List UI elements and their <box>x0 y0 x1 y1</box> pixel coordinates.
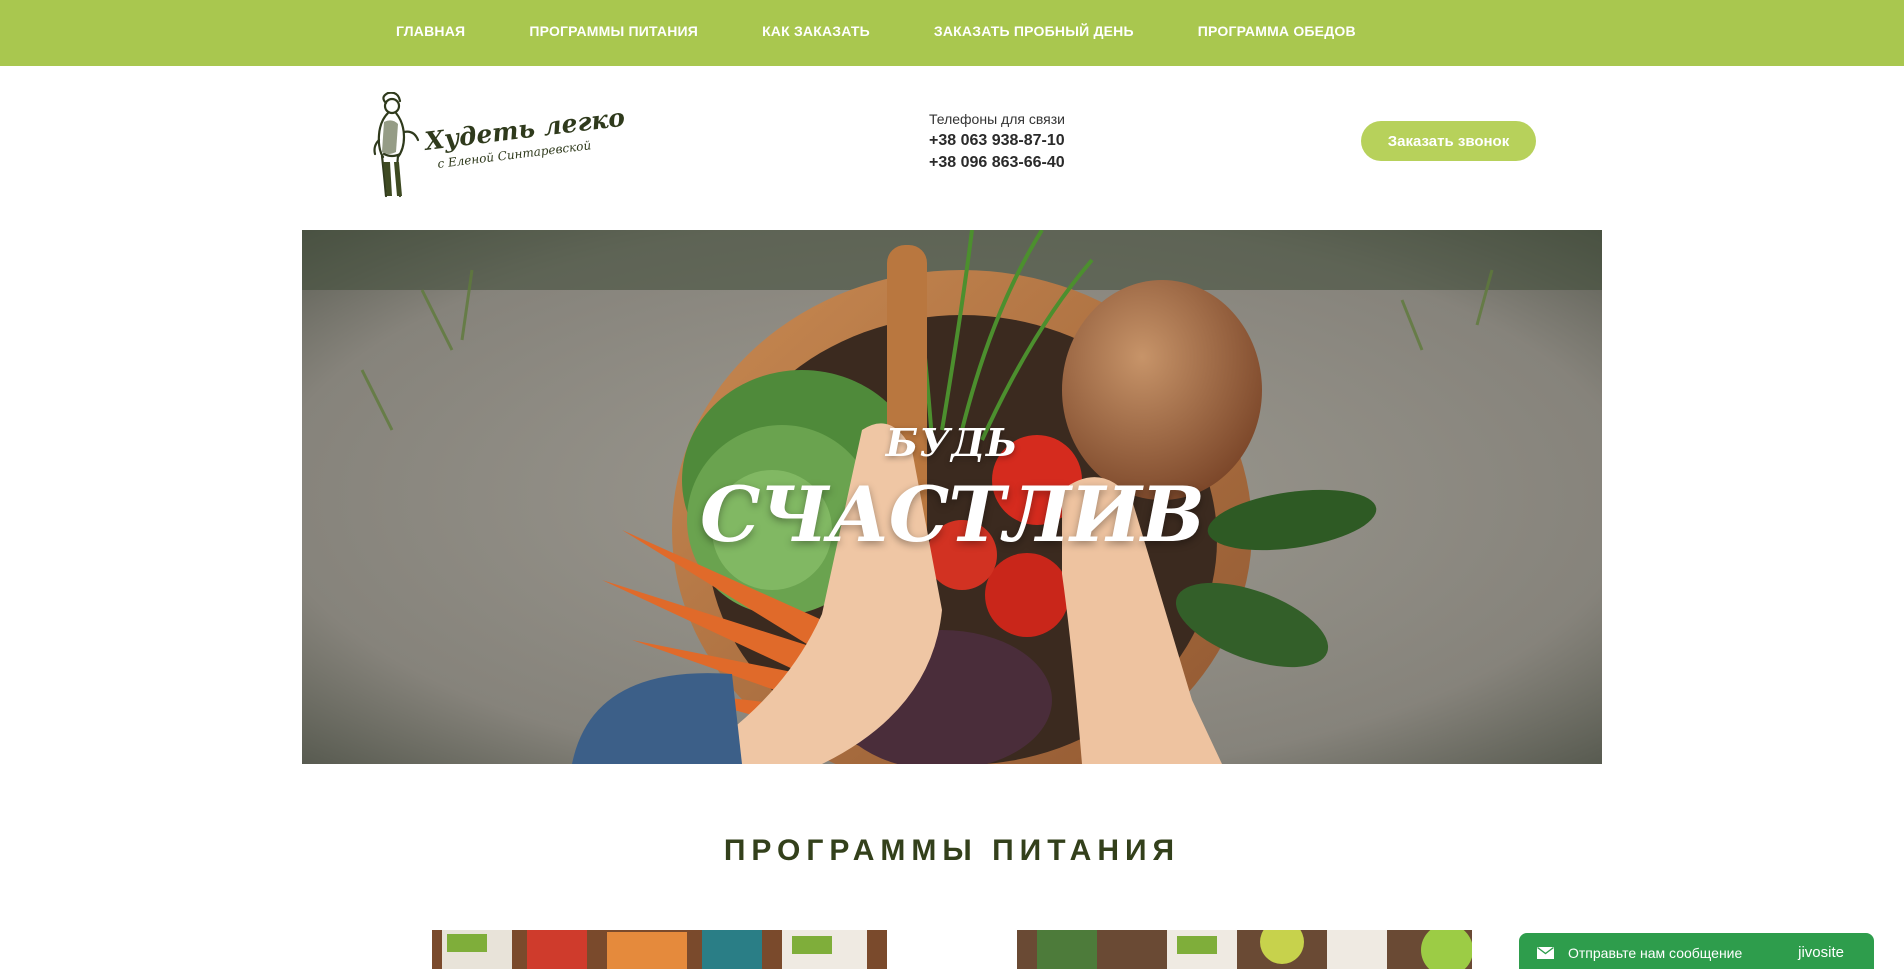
meal-boxes-image <box>432 930 887 969</box>
phone-number-2[interactable]: +38 096 863-66-40 <box>929 152 1065 174</box>
nav-item-trial-day[interactable]: ЗАКАЗАТЬ ПРОБНЫЙ ДЕНЬ <box>934 23 1134 39</box>
logo-figure-icon: Худеть легко с Еленой Синтаревской <box>373 91 626 198</box>
nav-item-home[interactable]: ГЛАВНАЯ <box>396 23 465 39</box>
phone-number-1[interactable]: +38 063 938-87-10 <box>929 130 1065 152</box>
top-nav: ГЛАВНАЯ ПРОГРАММЫ ПИТАНИЯ КАК ЗАКАЗАТЬ З… <box>0 0 1904 66</box>
contacts-label: Телефоны для связи <box>929 111 1065 127</box>
chat-widget[interactable]: Отправьте нам сообщение jivosite <box>1519 933 1874 969</box>
programs-section-title: ПРОГРАММЫ ПИТАНИЯ <box>723 834 1181 867</box>
hero-heading-line2: СЧАСТЛИВ <box>699 470 1205 559</box>
envelope-icon <box>1537 947 1554 959</box>
nav-item-lunch-program[interactable]: ПРОГРАММА ОБЕДОВ <box>1198 23 1356 39</box>
request-call-button[interactable]: Заказать звонок <box>1361 121 1536 161</box>
nav-item-programs[interactable]: ПРОГРАММЫ ПИТАНИЯ <box>529 23 698 39</box>
site-logo[interactable]: Худеть легко с Еленой Синтаревской <box>366 91 632 200</box>
nav-item-how-to-order[interactable]: КАК ЗАКАЗАТЬ <box>762 23 870 39</box>
contact-phones: Телефоны для связи +38 063 938-87-10 +38… <box>929 108 1065 174</box>
hero-heading-line1: БУДЬ <box>885 420 1019 465</box>
meal-bottles-image <box>1017 930 1472 969</box>
hero-banner: БУДЬ СЧАСТЛИВ <box>302 230 1602 764</box>
nav-menu: ГЛАВНАЯ ПРОГРАММЫ ПИТАНИЯ КАК ЗАКАЗАТЬ З… <box>396 0 1420 62</box>
chat-widget-brand: jivosite <box>1798 944 1844 961</box>
program-card-1-image[interactable] <box>432 930 887 969</box>
chat-widget-message: Отправьте нам сообщение <box>1568 945 1743 961</box>
program-card-2-image[interactable] <box>1017 930 1472 969</box>
